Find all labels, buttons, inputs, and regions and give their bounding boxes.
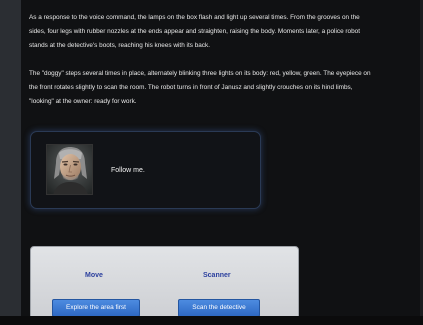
portrait-image <box>47 145 92 194</box>
bottom-bar <box>0 316 423 325</box>
dialog-line: Follow me. <box>111 167 145 174</box>
left-margin <box>0 0 21 325</box>
character-portrait <box>46 144 93 195</box>
choice-panel: Move Scanner Explore the area first Scan… <box>30 246 299 325</box>
dialog-box: Follow me. <box>30 131 261 209</box>
story-line: stands at the detective's boots, reachin… <box>29 42 210 49</box>
story-line: sides, four legs with rubber nozzles at … <box>29 28 360 35</box>
choice-label-scanner: Scanner <box>203 272 231 279</box>
story-paragraph-2: The "doggy" steps several times in place… <box>29 67 423 109</box>
story-line: the front rotates slightly to scan the r… <box>29 84 353 91</box>
scan-detective-button[interactable]: Scan the detective <box>178 299 260 317</box>
story-content: As a response to the voice command, the … <box>21 0 423 325</box>
story-line: The "doggy" steps several times in place… <box>29 70 371 77</box>
story-line: As a response to the voice command, the … <box>29 14 360 21</box>
choice-label-move: Move <box>85 272 103 279</box>
story-line: "looking" at the owner: ready for work. <box>29 98 137 105</box>
explore-area-button[interactable]: Explore the area first <box>52 299 140 317</box>
game-screen: As a response to the voice command, the … <box>0 0 423 325</box>
story-paragraph-1: As a response to the voice command, the … <box>29 11 423 53</box>
